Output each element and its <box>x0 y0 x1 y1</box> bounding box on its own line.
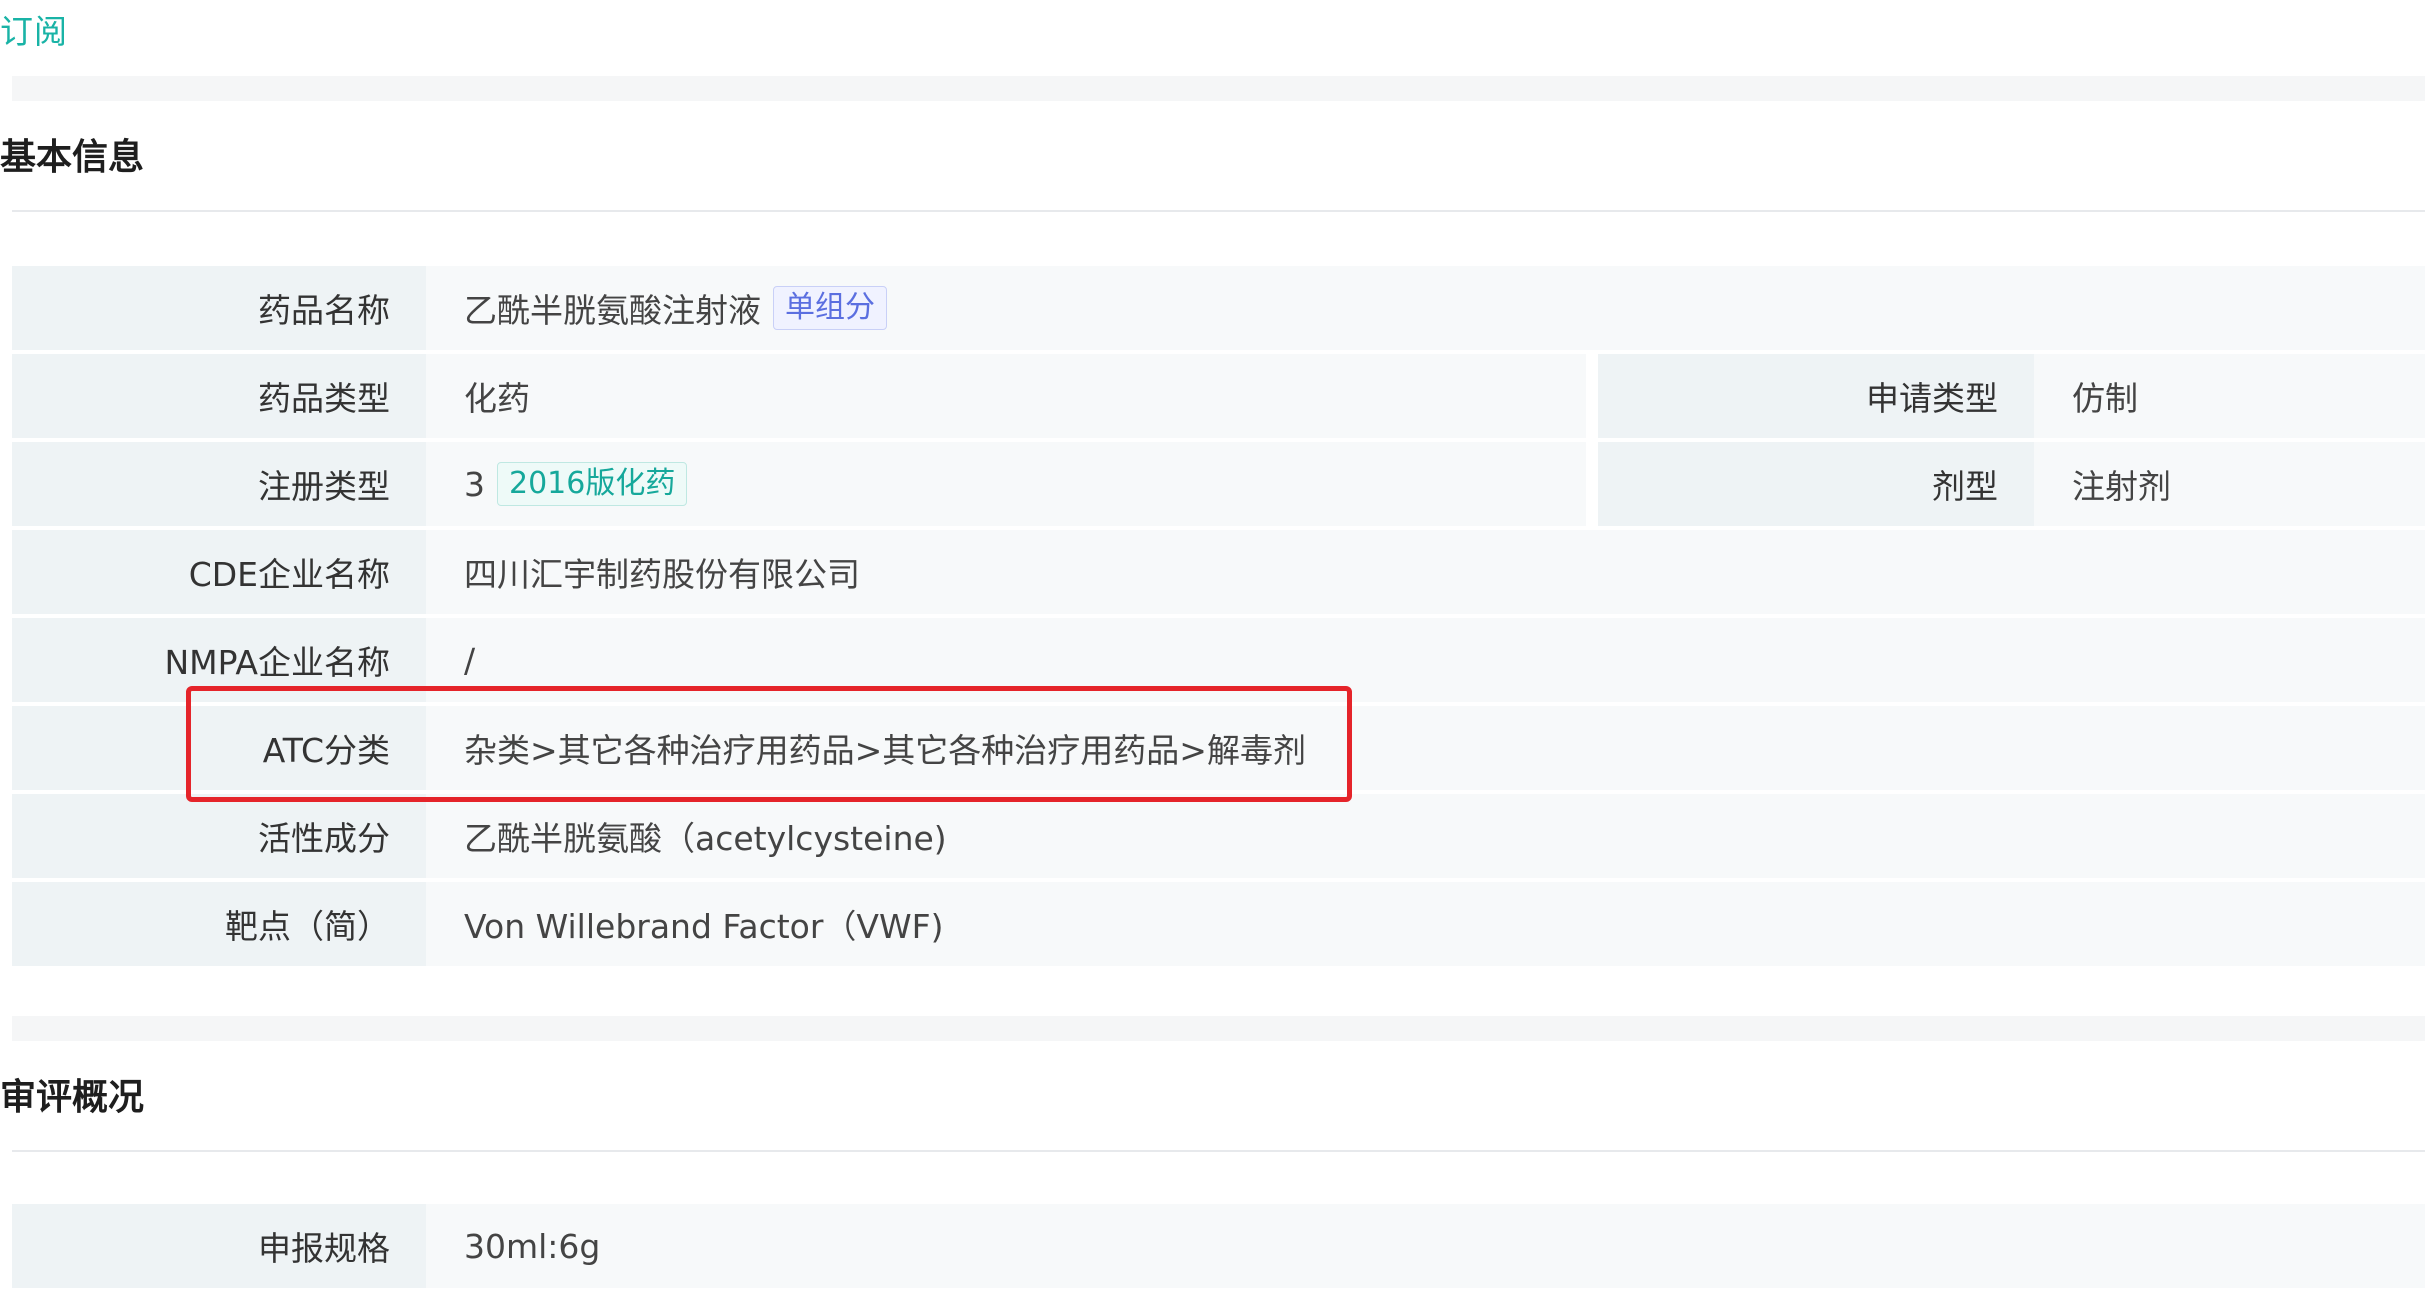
target-label: 靶点（简） <box>12 882 426 966</box>
nmpa-company-value: / <box>464 640 476 680</box>
cde-company-value: 四川汇宇制药股份有限公司 <box>464 555 860 594</box>
section-separator <box>12 76 2425 101</box>
declared-spec-value: 30ml:6g <box>464 1226 601 1266</box>
target-value: Von Willebrand Factor（VWF) <box>464 907 944 946</box>
table-row-registration-type: 注册类型 3 2016版化药 剂型 注射剂 <box>12 442 2425 526</box>
atc-classification-value: 杂类>其它各种治疗用药品>其它各种治疗用药品>解毒剂 <box>464 731 1306 770</box>
atc-classification-label: ATC分类 <box>12 706 426 790</box>
atc-classification-value-cell: 杂类>其它各种治疗用药品>其它各种治疗用药品>解毒剂 <box>426 706 2425 790</box>
table-row-atc-classification: ATC分类 杂类>其它各种治疗用药品>其它各种治疗用药品>解毒剂 <box>12 706 2425 790</box>
active-ingredient-label: 活性成分 <box>12 794 426 878</box>
review-overview-divider <box>12 1150 2425 1152</box>
application-type-value: 仿制 <box>2072 379 2138 418</box>
basic-info-section-title: 基本信息 <box>0 137 145 178</box>
subscribe-link[interactable]: 订阅 <box>0 8 68 56</box>
declared-spec-label: 申报规格 <box>12 1204 426 1288</box>
cde-company-label: CDE企业名称 <box>12 530 426 614</box>
drug-info-page: 订阅 基本信息 药品名称 乙酰半胱氨酸注射液 单组分 药品类型 化药 申请类型 … <box>0 0 2425 1303</box>
registration-type-label: 注册类型 <box>12 442 426 526</box>
registration-version-tag: 2016版化药 <box>497 462 688 506</box>
table-row-nmpa-company: NMPA企业名称 / <box>12 618 2425 702</box>
drug-name-value: 乙酰半胱氨酸注射液 <box>464 291 761 330</box>
table-row-active-ingredient: 活性成分 乙酰半胱氨酸（acetylcysteine) <box>12 794 2425 878</box>
nmpa-company-label: NMPA企业名称 <box>12 618 426 702</box>
application-type-label: 申请类型 <box>1598 354 2034 438</box>
table-row-drug-name: 药品名称 乙酰半胱氨酸注射液 单组分 <box>12 266 2425 350</box>
table-row-declared-spec: 申报规格 30ml:6g <box>12 1204 2425 1288</box>
table-row-target: 靶点（简） Von Willebrand Factor（VWF) <box>12 882 2425 966</box>
dosage-form-value: 注射剂 <box>2072 467 2171 506</box>
dosage-form-value-cell: 注射剂 <box>2034 442 2425 526</box>
registration-type-value-cell: 3 2016版化药 <box>426 442 1586 526</box>
application-type-value-cell: 仿制 <box>2034 354 2425 438</box>
nmpa-company-value-cell: / <box>426 618 2425 702</box>
active-ingredient-value-cell: 乙酰半胱氨酸（acetylcysteine) <box>426 794 2425 878</box>
basic-info-divider <box>12 210 2425 212</box>
target-value-cell: Von Willebrand Factor（VWF) <box>426 882 2425 966</box>
dosage-form-label: 剂型 <box>1598 442 2034 526</box>
table-row-drug-type: 药品类型 化药 申请类型 仿制 <box>12 354 2425 438</box>
registration-type-value: 3 <box>464 464 485 504</box>
section-separator <box>12 1016 2425 1041</box>
drug-type-value: 化药 <box>464 379 530 418</box>
component-tag: 单组分 <box>773 286 887 330</box>
drug-type-label: 药品类型 <box>12 354 426 438</box>
drug-name-value-cell: 乙酰半胱氨酸注射液 单组分 <box>426 266 2425 350</box>
drug-type-value-cell: 化药 <box>426 354 1586 438</box>
declared-spec-value-cell: 30ml:6g <box>426 1204 2425 1288</box>
cde-company-value-cell: 四川汇宇制药股份有限公司 <box>426 530 2425 614</box>
table-row-cde-company: CDE企业名称 四川汇宇制药股份有限公司 <box>12 530 2425 614</box>
drug-name-label: 药品名称 <box>12 266 426 350</box>
review-overview-section-title: 审评概况 <box>0 1077 145 1118</box>
active-ingredient-value: 乙酰半胱氨酸（acetylcysteine) <box>464 819 947 858</box>
